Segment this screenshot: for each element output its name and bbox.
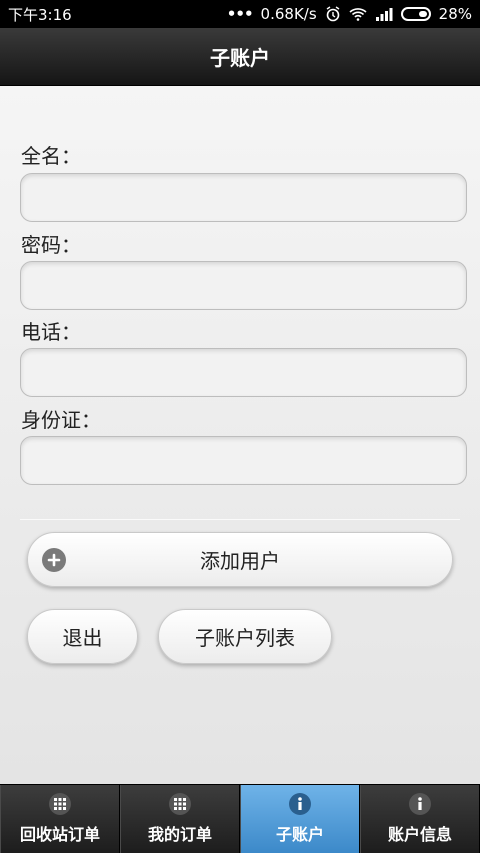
- subaccount-list-button[interactable]: 子账户列表: [158, 609, 332, 664]
- alarm-icon: [325, 6, 341, 22]
- tab-subaccount[interactable]: 子账户: [240, 785, 360, 853]
- plus-icon: [42, 548, 66, 572]
- phone-label: 电话：: [21, 320, 81, 344]
- add-user-button[interactable]: 添加用户: [27, 532, 453, 587]
- logout-label: 退出: [62, 626, 103, 650]
- idcard-label: 身份证：: [21, 408, 101, 432]
- more-dots-icon: •••: [226, 5, 254, 23]
- grid-icon: [169, 793, 191, 815]
- info-icon: [409, 793, 431, 815]
- bottom-tab-bar: 回收站订单 我的订单 子账户 账户信息: [0, 784, 480, 853]
- fullname-input[interactable]: [20, 173, 467, 222]
- page-title: 子账户: [210, 46, 270, 70]
- tab-my-orders[interactable]: 我的订单: [120, 785, 240, 853]
- battery-icon: [400, 7, 431, 21]
- password-label: 密码：: [21, 233, 81, 257]
- tab-label: 账户信息: [387, 825, 452, 844]
- tab-recycle-orders[interactable]: 回收站订单: [0, 785, 120, 853]
- status-indicators: ••• 0.68K/s 28%: [227, 5, 472, 23]
- signal-icon: [375, 7, 393, 21]
- status-bar: 下午3:16 ••• 0.68K/s 28%: [0, 0, 480, 28]
- password-input[interactable]: [20, 261, 467, 310]
- tab-label: 回收站订单: [19, 825, 100, 844]
- subaccount-list-label: 子账户列表: [195, 626, 295, 650]
- network-speed: 0.68K/s: [260, 5, 317, 23]
- tab-label: 子账户: [275, 825, 324, 844]
- content-area: 全名： 密码： 电话： 身份证： 添加用户 退出 子账户列表: [0, 86, 480, 784]
- battery-percent: 28%: [438, 5, 472, 23]
- grid-icon: [49, 793, 71, 815]
- tab-account-info[interactable]: 账户信息: [360, 785, 480, 853]
- tab-label: 我的订单: [147, 825, 212, 844]
- divider: [20, 519, 460, 520]
- page-header: 子账户: [0, 28, 480, 86]
- wifi-icon: [349, 7, 367, 21]
- idcard-input[interactable]: [20, 436, 467, 485]
- status-time: 下午3:16: [8, 5, 72, 24]
- info-icon: [289, 793, 311, 815]
- phone-input[interactable]: [20, 348, 467, 397]
- fullname-label: 全名：: [21, 144, 81, 168]
- logout-button[interactable]: 退出: [27, 609, 138, 664]
- add-user-label: 添加用户: [200, 549, 280, 573]
